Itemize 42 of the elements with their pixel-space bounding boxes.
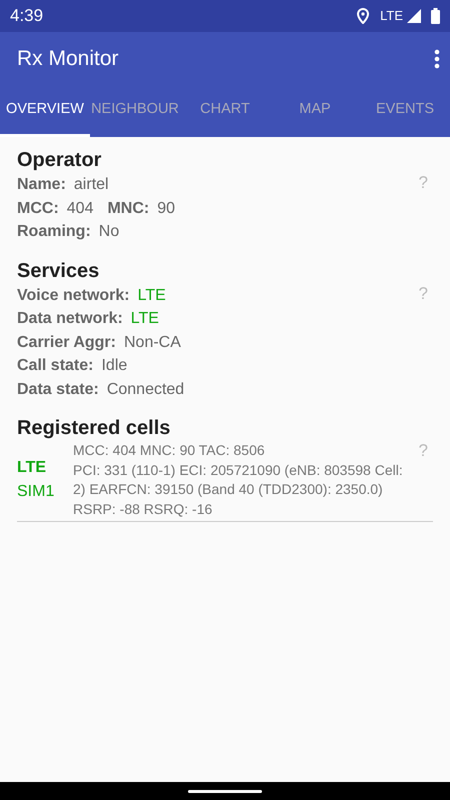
field-value: LTE [138, 286, 166, 306]
field-label: Carrier Aggr: [17, 332, 116, 352]
field-label: Call state: [17, 356, 94, 376]
network-type: LTE [380, 7, 403, 26]
tab[interactable]: MAP [270, 86, 360, 137]
tab[interactable]: OVERVIEW [0, 86, 90, 137]
field-value: airtel [74, 175, 109, 195]
signal-icon [407, 9, 421, 23]
field-value: LTE [130, 309, 159, 329]
field-value: No [98, 222, 120, 242]
field-value: 404 [66, 198, 94, 218]
field-value: Idle [101, 356, 128, 376]
sim-slot: SIM1 [17, 480, 73, 504]
tab[interactable]: NEIGHBOUR [90, 86, 180, 137]
field-label: Roaming: [17, 222, 91, 242]
field-label: MCC: [17, 198, 59, 218]
field-value: 90 [157, 198, 176, 218]
home-indicator[interactable] [188, 790, 262, 792]
app-title: Rx Monitor [17, 46, 119, 72]
more-options-icon[interactable] [434, 49, 440, 69]
field-label: Data state: [17, 380, 99, 400]
section-title: Registered cells [17, 416, 172, 441]
field-value: Non-CA [124, 332, 181, 352]
battery-icon [431, 8, 440, 24]
tab[interactable]: CHART [180, 86, 270, 137]
field-label: Data network: [17, 309, 123, 329]
help-icon[interactable]: ? [418, 173, 428, 244]
field-value: Connected [106, 380, 184, 400]
location-icon [356, 8, 370, 24]
cell-info: RSRP: -88 RSRQ: -16 [73, 500, 214, 519]
help-icon[interactable]: ? [418, 284, 428, 401]
section-title: Operator [17, 148, 102, 173]
radio-technology: LTE [17, 458, 48, 478]
cell-info: PCI: 331 (110-1) ECI: 205721090 (eNB: 803598 Cell: 2) EARFCN: 39150 (Band 40 (TDD2300): 2350.0) [73, 460, 404, 499]
field-label: Name: [17, 175, 66, 195]
status-time: 4:39 [10, 5, 44, 28]
section-title: Services [17, 258, 100, 284]
tab[interactable]: EVENTS [360, 86, 450, 137]
field-label: Voice network: [17, 286, 130, 306]
help-icon[interactable]: ? [418, 441, 428, 461]
cell-info: MCC: 404 MNC: 90 TAC: 8506 [73, 441, 266, 460]
field-label: MNC: [107, 198, 150, 218]
